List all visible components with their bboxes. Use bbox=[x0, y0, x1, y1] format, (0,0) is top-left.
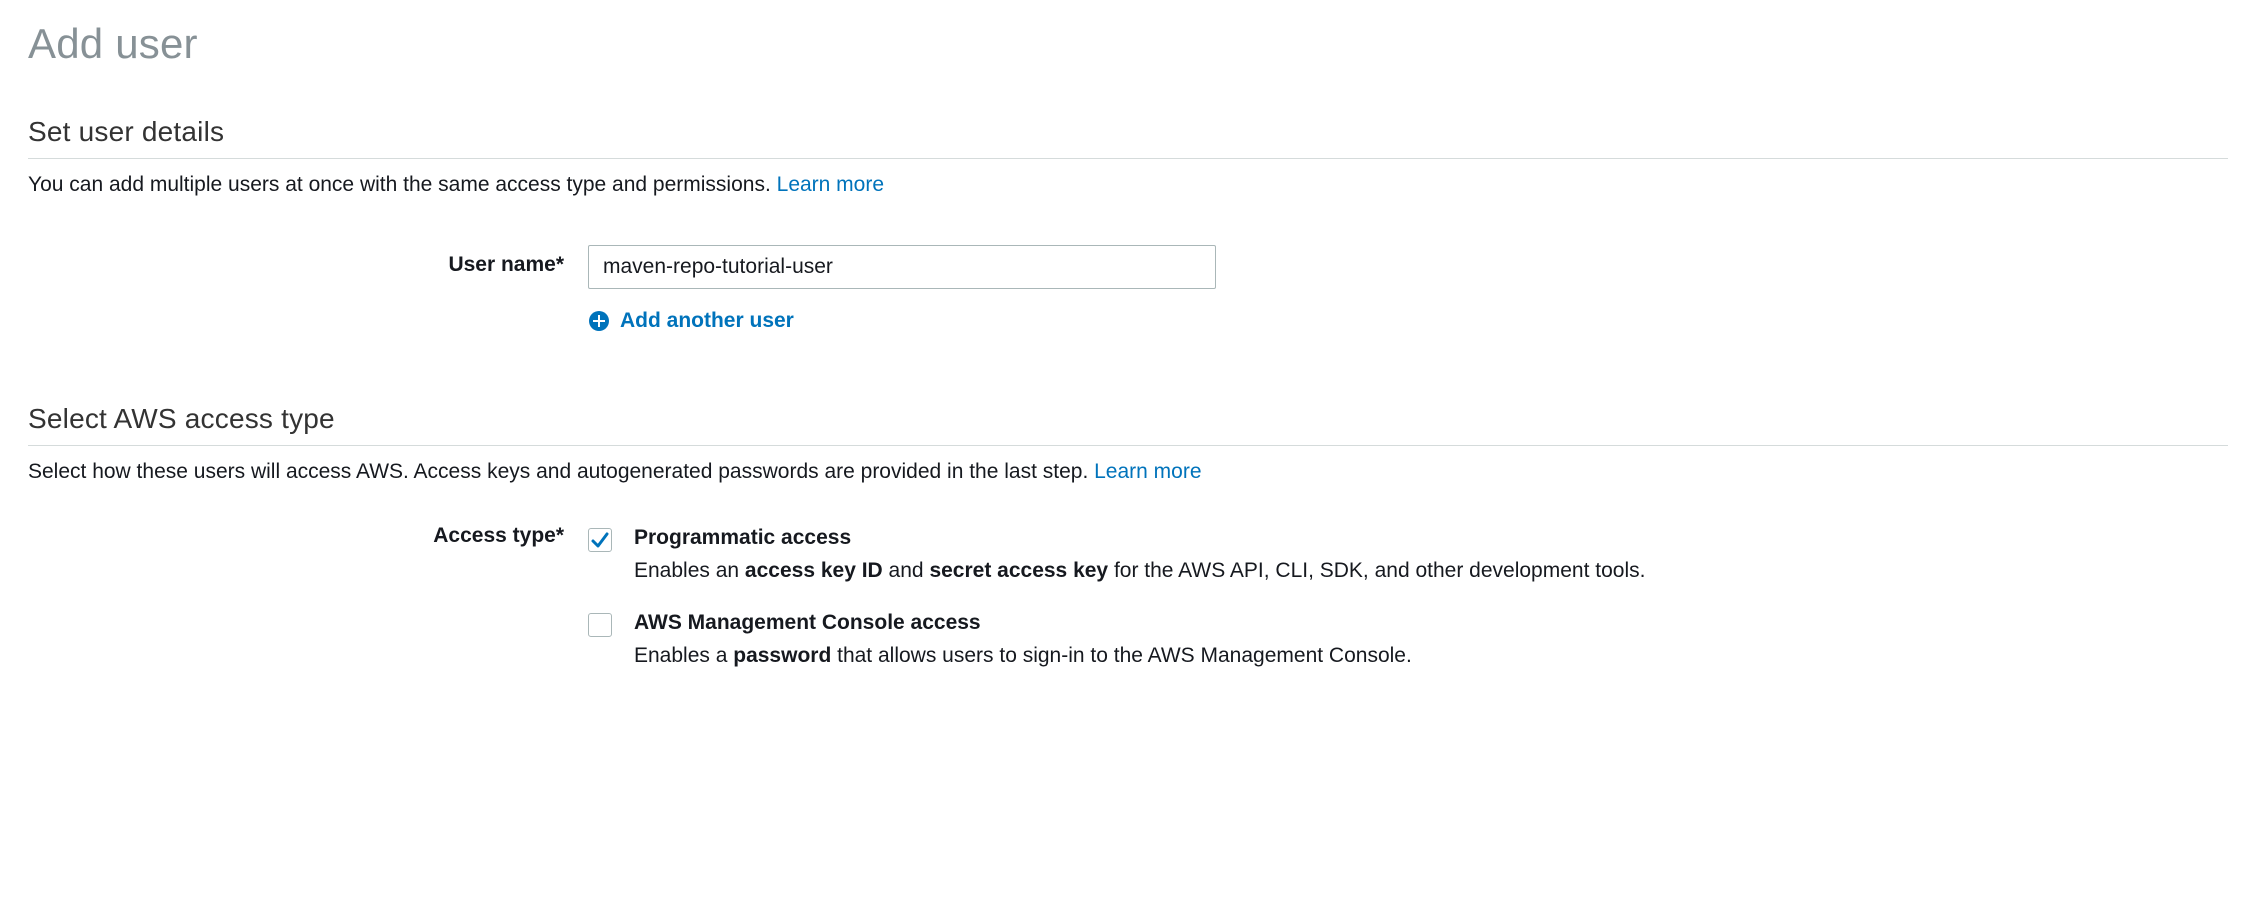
username-row: User name* bbox=[28, 245, 2228, 289]
checkbox-wrap bbox=[588, 526, 612, 556]
access-type-options: Programmatic access Enables an access ke… bbox=[588, 526, 2228, 697]
access-type-description: Select how these users will access AWS. … bbox=[28, 460, 2228, 484]
checkbox-programmatic-access[interactable] bbox=[588, 528, 612, 552]
add-another-user-label: Add another user bbox=[620, 309, 794, 333]
checkbox-wrap bbox=[588, 611, 612, 643]
option-body: Programmatic access Enables an access ke… bbox=[634, 526, 2228, 585]
user-details-description: You can add multiple users at once with … bbox=[28, 173, 2228, 197]
page-title: Add user bbox=[28, 20, 2228, 68]
username-field-col bbox=[588, 245, 2228, 289]
access-option-console: AWS Management Console access Enables a … bbox=[588, 611, 2228, 670]
check-icon bbox=[590, 530, 610, 550]
access-type-desc-text: Select how these users will access AWS. … bbox=[28, 460, 1094, 483]
option-title-programmatic: Programmatic access bbox=[634, 526, 2228, 550]
option-body: AWS Management Console access Enables a … bbox=[634, 611, 2228, 670]
learn-more-link-access-type[interactable]: Learn more bbox=[1094, 460, 1201, 483]
access-option-programmatic: Programmatic access Enables an access ke… bbox=[588, 526, 2228, 585]
username-label: User name* bbox=[28, 245, 588, 277]
plus-circle-icon bbox=[588, 310, 610, 332]
username-input[interactable] bbox=[588, 245, 1216, 289]
option-desc-programmatic: Enables an access key ID and secret acce… bbox=[634, 556, 2228, 585]
checkbox-console-access[interactable] bbox=[588, 613, 612, 637]
option-desc-console: Enables a password that allows users to … bbox=[634, 641, 2228, 670]
section-heading-access-type: Select AWS access type bbox=[28, 403, 2228, 435]
learn-more-link-user-details[interactable]: Learn more bbox=[777, 173, 884, 196]
access-type-row: Access type* Programmatic access Enables… bbox=[28, 520, 2228, 697]
section-rule-access bbox=[28, 445, 2228, 446]
user-details-desc-text: You can add multiple users at once with … bbox=[28, 173, 777, 196]
option-title-console: AWS Management Console access bbox=[634, 611, 2228, 635]
access-type-label: Access type* bbox=[28, 520, 588, 548]
section-heading-user-details: Set user details bbox=[28, 116, 2228, 148]
add-another-user-button[interactable]: Add another user bbox=[588, 309, 2228, 333]
section-rule bbox=[28, 158, 2228, 159]
add-user-page: Add user Set user details You can add mu… bbox=[0, 0, 2256, 757]
